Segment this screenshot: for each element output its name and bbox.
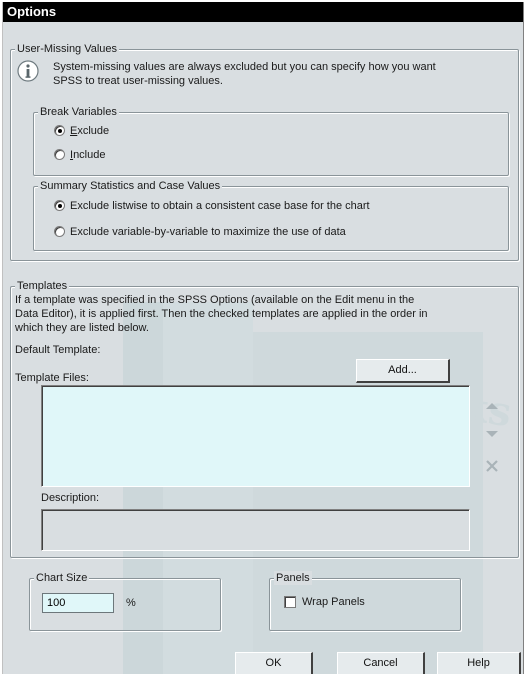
- templates-desc-line2: Data Editor), it is applied first. Then …: [15, 308, 428, 320]
- include-radio-label[interactable]: Include: [70, 148, 105, 162]
- chart-size-group: Chart Size %: [29, 571, 221, 631]
- description-label: Description:: [41, 492, 100, 504]
- dialog-title: Options: [3, 2, 523, 22]
- user-missing-group: User-Missing Values System-missing value…: [10, 42, 519, 261]
- move-down-icon[interactable]: [485, 427, 499, 441]
- template-files-list[interactable]: [41, 385, 470, 487]
- move-up-icon[interactable]: [485, 399, 499, 413]
- cancel-button-label: Cancel: [363, 657, 398, 669]
- break-variables-group: Break Variables Exclude Include: [33, 105, 509, 176]
- template-files-label: Template Files:: [15, 372, 89, 384]
- templates-legend: Templates: [15, 279, 70, 293]
- exclude-listwise-radio[interactable]: [54, 200, 65, 211]
- info-icon: [17, 60, 39, 82]
- templates-desc-line1: If a template was specified in the SPSS …: [15, 294, 415, 306]
- add-template-button-label: Add...: [388, 364, 417, 376]
- chart-size-legend: Chart Size: [34, 571, 90, 585]
- chart-size-unit: %: [126, 597, 136, 609]
- chart-size-input[interactable]: [42, 593, 114, 613]
- add-template-button[interactable]: Add...: [356, 359, 450, 383]
- summary-statistics-legend: Summary Statistics and Case Values: [38, 179, 223, 193]
- remove-icon[interactable]: [485, 459, 499, 473]
- user-missing-legend: User-Missing Values: [15, 42, 120, 56]
- break-variables-legend: Break Variables: [38, 105, 119, 119]
- ok-button[interactable]: OK: [235, 652, 313, 674]
- help-button-label: Help: [467, 657, 490, 669]
- include-radio-text: Include: [70, 149, 106, 161]
- info-text-line1: System-missing values are always exclude…: [53, 61, 436, 73]
- wrap-panels-checkbox[interactable]: [284, 596, 296, 608]
- cancel-button[interactable]: Cancel: [337, 652, 425, 674]
- templates-desc-line3: which they are listed below.: [15, 322, 149, 334]
- exclude-radio[interactable]: [54, 125, 65, 136]
- exclude-listwise-label[interactable]: Exclude listwise to obtain a consistent …: [70, 199, 370, 213]
- info-text-line2: SPSS to treat user-missing values.: [53, 75, 223, 87]
- ok-button-label: OK: [265, 657, 282, 669]
- description-box: [41, 509, 470, 551]
- exclude-variable-radio[interactable]: [54, 226, 65, 237]
- templates-group: Templates If a template was specified in…: [10, 279, 519, 558]
- exclude-radio-text: xclude: [77, 125, 110, 137]
- summary-statistics-group: Summary Statistics and Case Values Exclu…: [33, 179, 509, 251]
- help-button[interactable]: Help: [437, 652, 521, 674]
- panels-group: Panels Wrap Panels: [269, 571, 461, 631]
- default-template-label: Default Template:: [15, 344, 101, 356]
- exclude-radio-label[interactable]: Exclude: [70, 124, 109, 138]
- include-radio[interactable]: [54, 149, 65, 160]
- panels-legend: Panels: [274, 571, 312, 585]
- exclude-variable-label[interactable]: Exclude variable-by-variable to maximize…: [70, 225, 346, 239]
- options-dialog: DropBooks Options User-Missing Values Sy…: [2, 2, 524, 674]
- wrap-panels-label[interactable]: Wrap Panels: [302, 595, 365, 609]
